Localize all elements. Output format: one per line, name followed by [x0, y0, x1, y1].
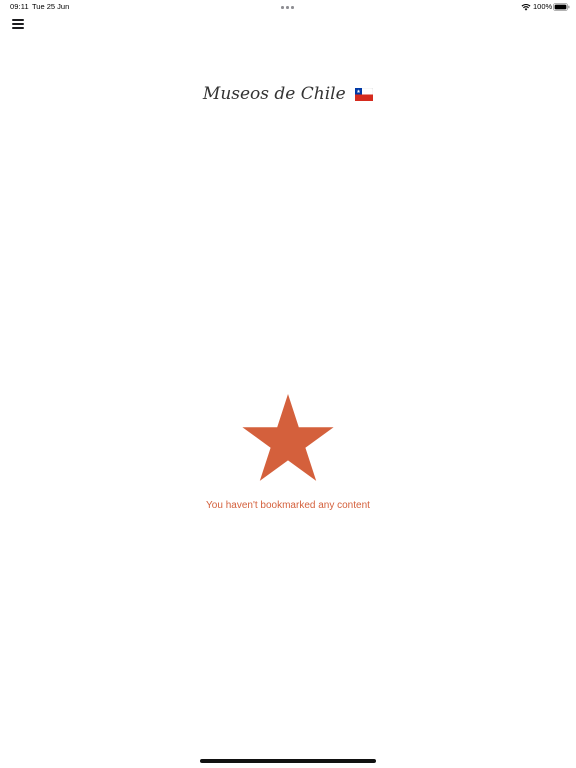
status-time: 09:11 [10, 2, 29, 11]
status-date: Tue 25 Jun [32, 2, 70, 11]
page-title: Museos de Chile [0, 84, 576, 104]
hamburger-menu-icon [12, 19, 24, 21]
chile-flag-icon [355, 88, 374, 101]
status-bar: 09:11 Tue 25 Jun 100% [0, 0, 576, 14]
star-icon [242, 394, 334, 481]
multitasking-dots-icon[interactable] [281, 6, 295, 9]
home-indicator[interactable] [200, 759, 376, 763]
page-title-text: Museos de Chile [202, 84, 346, 104]
wifi-icon [521, 4, 531, 11]
menu-button[interactable] [10, 16, 26, 30]
battery-percentage: 100% [533, 2, 553, 11]
empty-bookmarks-message: You haven't bookmarked any content [206, 500, 370, 511]
battery-icon [553, 3, 570, 11]
